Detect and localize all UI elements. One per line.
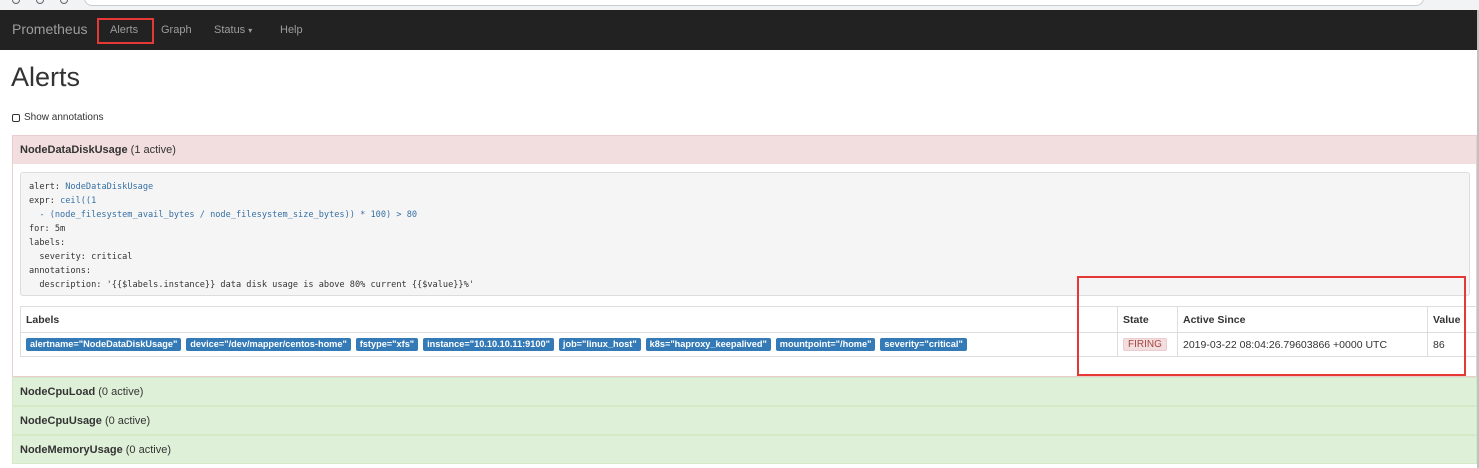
alert-group-name: NodeCpuLoad — [20, 386, 96, 398]
alert-group-name: NodeMemoryUsage — [20, 444, 123, 456]
label-badge: device="/dev/mapper/centos-home" — [186, 338, 351, 351]
browser-toolbar — [0, 0, 1479, 10]
label-badge: job="linux_host" — [558, 338, 641, 351]
alert-group-count: (0 active) — [104, 415, 151, 427]
nav-help[interactable]: Help — [280, 24, 303, 36]
alert-group-name: NodeDataDiskUsage — [20, 144, 128, 156]
alert-group-inactive: NodeCpuUsage (0 active) — [12, 406, 1477, 435]
alert-group-count: (0 active) — [125, 444, 172, 456]
label-badge: fstype="xfs" — [355, 338, 419, 351]
alert-group-count: (1 active) — [130, 144, 176, 156]
nav-graph[interactable]: Graph — [161, 24, 192, 36]
caret-down-icon: ▾ — [248, 26, 253, 35]
highlight-box-state-columns — [1077, 276, 1466, 376]
nav-status-label: Status — [214, 24, 246, 36]
label-badge: instance="10.10.10.11:9100" — [423, 338, 554, 351]
alert-group-header[interactable]: NodeDataDiskUsage (1 active) — [13, 136, 1476, 164]
show-annotations-label: Show annotations — [24, 112, 104, 123]
highlight-box-alerts-tab — [97, 18, 154, 44]
top-navbar: Prometheus Alerts Graph Status ▾ Help — [0, 10, 1479, 50]
address-bar[interactable] — [84, 0, 1424, 6]
alert-group-header[interactable]: NodeMemoryUsage (0 active) — [13, 436, 1476, 464]
show-annotations-toggle[interactable]: Show annotations — [12, 112, 104, 123]
alert-group-header[interactable]: NodeCpuLoad (0 active) — [13, 378, 1476, 406]
show-annotations-checkbox[interactable] — [12, 113, 20, 122]
alert-group-count: (0 active) — [98, 386, 144, 398]
alert-group-name: NodeCpuUsage — [20, 415, 102, 427]
label-badge: k8s="haproxy_keepalived" — [645, 338, 771, 351]
forward-icon[interactable] — [36, 0, 44, 4]
alert-group-inactive: NodeCpuLoad (0 active) — [12, 377, 1477, 406]
reload-icon[interactable] — [60, 0, 68, 4]
label-badge: alertname="NodeDataDiskUsage" — [26, 338, 182, 351]
col-labels: Labels — [20, 306, 1118, 333]
labels-cell: alertname="NodeDataDiskUsage" device="/d… — [20, 332, 1118, 357]
nav-status-dropdown[interactable]: Status ▾ — [214, 24, 252, 36]
brand-link[interactable]: Prometheus — [12, 21, 87, 37]
alert-group-inactive: NodeMemoryUsage (0 active) — [12, 435, 1477, 464]
page-title: Alerts — [11, 62, 81, 92]
alert-group-header[interactable]: NodeCpuUsage (0 active) — [13, 407, 1476, 435]
label-badge: severity="critical" — [880, 338, 967, 351]
label-badge: mountpoint="/home" — [775, 338, 876, 351]
back-icon[interactable] — [12, 0, 20, 4]
